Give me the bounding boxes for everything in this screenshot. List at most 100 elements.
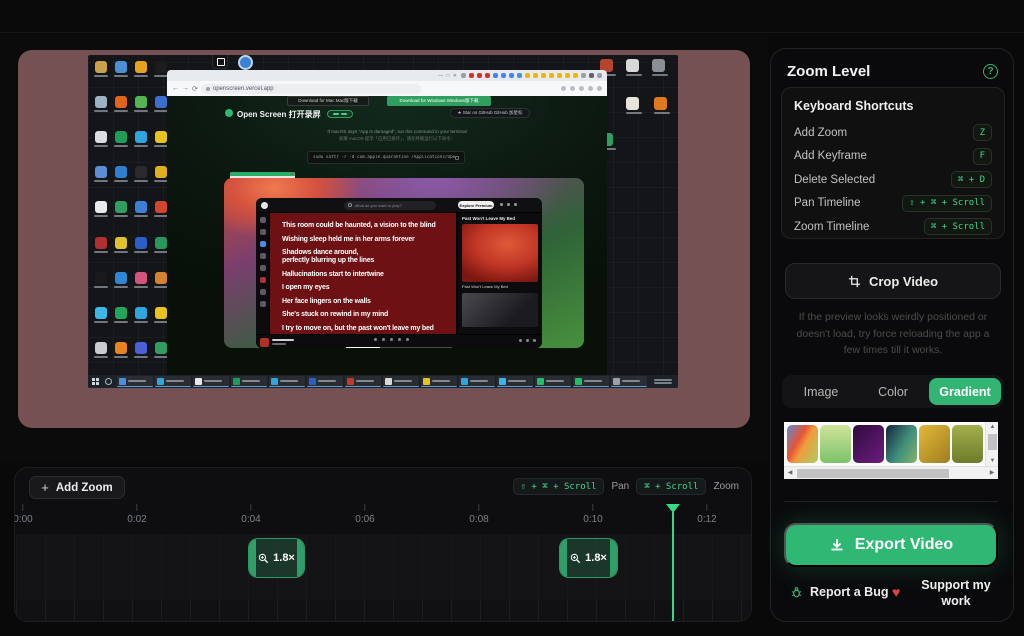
music-app-window: What do you want to play? Explore Premiu… (256, 198, 542, 348)
bookmark-favicon (469, 73, 474, 78)
zoom-hint-label: Zoom (713, 481, 739, 492)
segment-right-handle[interactable] (297, 539, 304, 577)
gradient-picker: ▲ ▼ ◀ ▶ (784, 422, 998, 479)
browser-window-controls: — □ ✕ (438, 73, 458, 79)
player-bar (256, 334, 542, 348)
bookmark-favicon (477, 73, 482, 78)
ruler-tick (479, 504, 480, 511)
background-tab[interactable]: Gradient (929, 378, 1001, 405)
preview-canvas: — □ ✕ ← → ⟳ openscreen.vercel.app Downlo (0, 34, 768, 462)
scroll-left-icon[interactable]: ◀ (784, 467, 796, 479)
video-preview[interactable]: — □ ✕ ← → ⟳ openscreen.vercel.app Downlo (18, 50, 750, 428)
desktop-icon (111, 272, 131, 307)
back-icon: ← (172, 85, 179, 92)
ruler-time-label: 0:12 (697, 514, 716, 525)
desktop-icon (131, 166, 151, 201)
desktop-icon (91, 307, 111, 342)
desktop-icon (91, 342, 111, 377)
vertical-scrollbar[interactable]: ▲ ▼ (985, 422, 998, 466)
gradient-swatch[interactable] (919, 425, 950, 463)
gradient-swatch[interactable] (820, 425, 851, 463)
shortcut-keys-badge: ⇧ + ⌘ + Scroll (902, 195, 992, 212)
desktop-icon (131, 307, 151, 342)
scroll-up-icon[interactable]: ▲ (986, 422, 998, 432)
desktop-icon (131, 61, 151, 96)
shortcut-keys-badge: ⌘ + D (951, 171, 992, 188)
play-button-icon (390, 338, 393, 341)
scroll-down-icon[interactable]: ▼ (986, 456, 998, 466)
taskbar-app-button (535, 376, 571, 387)
segment-zoom-amount: 1.8× (585, 552, 607, 564)
lyric-line: Hallucinations start to intertwine (282, 271, 456, 279)
scroll-right-icon[interactable]: ▶ (986, 467, 998, 479)
bookmark-favicon (573, 73, 578, 78)
taskbar-app-button (497, 376, 533, 387)
desktop-icon (111, 237, 131, 272)
ruler-time-label: 0:00 (14, 514, 33, 525)
hscroll-thumb[interactable] (797, 469, 949, 478)
player-right-controls (519, 339, 536, 342)
background-tab[interactable]: Image (785, 378, 857, 405)
gradient-swatch[interactable] (787, 425, 818, 463)
lyric-line: She's stuck on rewind in my mind (282, 311, 456, 319)
shortcut-label: Zoom Timeline (794, 221, 869, 233)
taskbar-app-button (383, 376, 419, 387)
desktop-icon-grid (91, 61, 171, 377)
playhead[interactable] (666, 504, 680, 622)
background-tab[interactable]: Color (857, 378, 929, 405)
gradient-swatch[interactable] (853, 425, 884, 463)
lyric-line: This room could be haunted, a vision to … (282, 222, 456, 230)
ruler-time-label: 0:02 (127, 514, 146, 525)
album-art-secondary (462, 293, 538, 327)
ruler-tick (251, 504, 252, 511)
browser-url-bar: ← → ⟳ openscreen.vercel.app (167, 81, 607, 96)
gradient-swatch[interactable] (886, 425, 917, 463)
segment-right-handle[interactable] (610, 539, 617, 577)
lock-icon (206, 87, 210, 91)
segment-left-handle[interactable] (560, 539, 567, 577)
zoom-segment[interactable]: 1.8× (559, 538, 618, 578)
shortcut-label: Add Keyframe (794, 150, 867, 162)
gradient-swatch[interactable] (952, 425, 983, 463)
report-bug-button[interactable]: Report a Bug (790, 585, 888, 599)
bookmark-favicon (517, 73, 522, 78)
support-my-work-link[interactable]: Support my work (916, 577, 996, 609)
export-video-button[interactable]: Export Video (784, 523, 998, 567)
taskbar-app-button (573, 376, 609, 387)
now-playing-panel: Past Won't Leave My Bed Past Won't Leave… (458, 213, 542, 334)
bookmark-favicon (533, 73, 538, 78)
timeline-hints: ⇧ + ⌘ + Scroll Pan ⌘ + Scroll Zoom (513, 478, 739, 495)
help-icon[interactable]: ? (983, 64, 998, 79)
add-zoom-button[interactable]: + Add Zoom (29, 476, 125, 499)
panel-title: Zoom Level (787, 63, 870, 80)
lyric-line: Her face lingers on the walls (282, 298, 456, 306)
vscroll-thumb[interactable] (988, 434, 997, 450)
shortcut-label: Pan Timeline (794, 197, 860, 209)
desktop-icon (91, 61, 111, 96)
crop-video-button[interactable]: Crop Video (785, 263, 1001, 299)
taskbar-app-button (421, 376, 457, 387)
app-root: — □ ✕ ← → ⟳ openscreen.vercel.app Downlo (0, 0, 1024, 636)
timeline-ruler[interactable]: 0:00 0:02 0:04 0:06 0:08 0:10 0:12 (15, 504, 752, 532)
lyric-line: I try to move on, but the past won't lea… (282, 325, 456, 333)
bookmark-favicon (461, 73, 466, 78)
timeline-track[interactable] (16, 534, 752, 600)
bookmark-favicon (565, 73, 570, 78)
album-art (462, 224, 538, 282)
desktop-icon (111, 131, 131, 166)
crop-icon (848, 275, 861, 288)
shortcuts-title: Keyboard Shortcuts (794, 99, 992, 113)
bookmark-favicon (501, 73, 506, 78)
site-title: Open Screen 打开录屏 (237, 109, 321, 120)
segment-left-handle[interactable] (249, 539, 256, 577)
music-app-sidebar (256, 213, 269, 334)
taskbar-app-button (193, 376, 229, 387)
taskbar-app-button (611, 376, 647, 387)
horizontal-scrollbar[interactable]: ◀ ▶ (784, 466, 998, 479)
recorded-desktop-frame: — □ ✕ ← → ⟳ openscreen.vercel.app Downlo (88, 55, 678, 388)
zoom-segment[interactable]: 1.8× (248, 538, 305, 578)
timeline-bottom-strip (16, 600, 752, 622)
star-on-github-button: ★ Star on GitHub GitHub 加星标 (450, 108, 530, 118)
heart-icon: ♥ (892, 584, 900, 600)
shortcut-keys-badge: F (973, 148, 992, 165)
